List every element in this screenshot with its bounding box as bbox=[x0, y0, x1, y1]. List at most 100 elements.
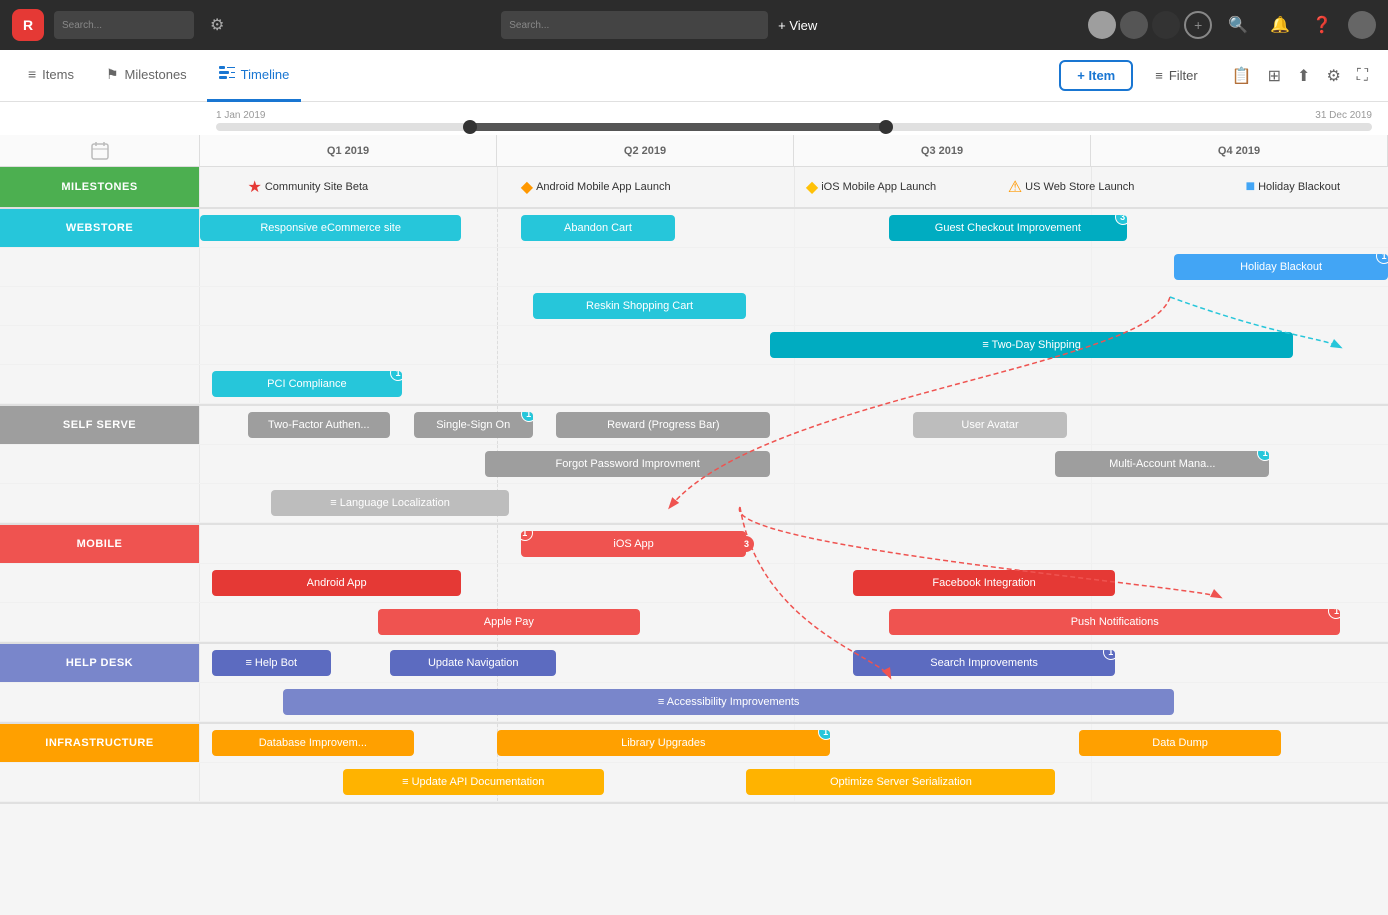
timeline-bar[interactable]: Data Dump bbox=[1079, 730, 1281, 756]
search-icon[interactable]: 🔍 bbox=[1222, 15, 1254, 35]
settings-icon[interactable]: ⚙ bbox=[210, 15, 224, 35]
calendar-icon bbox=[91, 142, 109, 160]
bell-icon[interactable]: 🔔 bbox=[1264, 15, 1296, 35]
bar-badge: 1 bbox=[521, 531, 533, 541]
filter-icon: ≡ bbox=[1155, 68, 1163, 83]
bar-label: Facebook Integration bbox=[932, 577, 1035, 589]
milestone-item[interactable]: ⚠US Web Store Launch bbox=[1008, 177, 1135, 197]
bar-label: Reward (Progress Bar) bbox=[607, 419, 719, 431]
section-group-row: HELP DESK≡ Help BotUpdate NavigationSear… bbox=[0, 644, 1388, 683]
timeline-bar[interactable]: ≡ Language Localization bbox=[271, 490, 509, 516]
help-icon[interactable]: ❓ bbox=[1306, 15, 1338, 35]
mobile-label bbox=[0, 564, 200, 602]
timeline-icon bbox=[219, 66, 235, 83]
timeline-bar[interactable]: Apple Pay bbox=[378, 609, 639, 635]
bars-cell: Android App Facebook Integration bbox=[200, 564, 1388, 602]
range-handle-left[interactable] bbox=[463, 120, 477, 134]
avatar-1[interactable] bbox=[1088, 11, 1116, 39]
user-avatar[interactable] bbox=[1348, 11, 1376, 39]
add-member-button[interactable]: + bbox=[1184, 11, 1212, 39]
bars-cell: Reskin Shopping Cart bbox=[200, 287, 1388, 325]
milestones-label: MILESTONES bbox=[0, 167, 200, 207]
timeline-bar[interactable]: Push Notifications1 bbox=[889, 609, 1340, 635]
bar-label: Forgot Password Improvment bbox=[556, 458, 700, 470]
milestone-item[interactable]: ◆iOS Mobile App Launch bbox=[806, 177, 936, 197]
section-mobile: MOBILEiOS App13Android AppFacebook Integ… bbox=[0, 525, 1388, 644]
bar-label: Data Dump bbox=[1152, 737, 1208, 749]
bar-label: Responsive eCommerce site bbox=[260, 222, 401, 234]
timeline-bar[interactable]: Library Upgrades1 bbox=[497, 730, 830, 756]
bar-label: User Avatar bbox=[961, 419, 1018, 431]
timeline-bar[interactable]: Search Improvements1 bbox=[853, 650, 1114, 676]
avatar-group: + bbox=[1088, 11, 1212, 39]
q2-label: Q2 2019 bbox=[497, 135, 794, 166]
webstore-label bbox=[0, 248, 200, 286]
timeline-bar[interactable]: Holiday Blackout1 bbox=[1174, 254, 1388, 280]
expand-icon[interactable]: ⛶ bbox=[1353, 63, 1372, 89]
app-logo[interactable]: R bbox=[12, 9, 44, 41]
card-view-icon[interactable]: 📋 bbox=[1228, 62, 1256, 90]
timeline-bar[interactable]: PCI Compliance1 bbox=[212, 371, 402, 397]
timeline-bar[interactable]: Multi-Account Mana...1 bbox=[1055, 451, 1269, 477]
milestone-item[interactable]: ■Holiday Blackout bbox=[1245, 178, 1340, 196]
grid-view-icon[interactable]: ⊞ bbox=[1264, 62, 1285, 90]
bar-badge: 1 bbox=[818, 730, 830, 740]
range-handle-right[interactable] bbox=[879, 120, 893, 134]
timeline-bar[interactable]: ≡ Two-Day Shipping bbox=[770, 332, 1293, 358]
timeline-bar[interactable]: Android App bbox=[212, 570, 461, 596]
section-group-row: Holiday Blackout1 bbox=[0, 248, 1388, 287]
toolbar: 📋 ⊞ ⬆ ⚙ ⛶ bbox=[1228, 62, 1372, 90]
timeline-bar[interactable]: Single-Sign On1 bbox=[414, 412, 533, 438]
timeline-bar[interactable]: User Avatar bbox=[913, 412, 1067, 438]
timeline-bar[interactable]: ≡ Help Bot bbox=[212, 650, 331, 676]
section-webstore: WEBSTOREResponsive eCommerce siteAbandon… bbox=[0, 209, 1388, 406]
settings-icon[interactable]: ⚙ bbox=[1322, 62, 1344, 90]
timeline-bar[interactable]: Reward (Progress Bar) bbox=[556, 412, 770, 438]
timeline-bar[interactable]: Update Navigation bbox=[390, 650, 556, 676]
bar-label: iOS App bbox=[613, 538, 653, 550]
timeline-bar[interactable]: ≡ Update API Documentation bbox=[343, 769, 604, 795]
global-search-bar[interactable]: Search... bbox=[501, 11, 768, 39]
timeline-bar[interactable]: Optimize Server Serialization bbox=[746, 769, 1055, 795]
bar-label: Optimize Server Serialization bbox=[830, 776, 972, 788]
tab-items[interactable]: ≡ Items bbox=[16, 50, 86, 102]
quarter-header: Q1 2019 Q2 2019 Q3 2019 Q4 2019 bbox=[0, 135, 1388, 167]
bar-label: Multi-Account Mana... bbox=[1109, 458, 1215, 470]
milestone-item[interactable]: ◆Android Mobile App Launch bbox=[521, 177, 671, 197]
milestone-item[interactable]: ★Community Site Beta bbox=[248, 177, 369, 197]
date-range-labels: 1 Jan 2019 31 Dec 2019 bbox=[0, 102, 1388, 121]
timeline-bar[interactable]: Abandon Cart bbox=[521, 215, 675, 241]
timeline-bar[interactable]: Responsive eCommerce site bbox=[200, 215, 461, 241]
export-icon[interactable]: ⬆ bbox=[1293, 62, 1314, 90]
sub-navigation: ≡ Items ⚑ Milestones Timeline + Item ≡ F… bbox=[0, 50, 1388, 102]
timeline-bar[interactable]: Reskin Shopping Cart bbox=[533, 293, 747, 319]
bars-cell: Forgot Password Improvment Multi-Account … bbox=[200, 445, 1388, 483]
timeline-bar[interactable]: Database Improvem... bbox=[212, 730, 414, 756]
avatar-3[interactable] bbox=[1152, 11, 1180, 39]
bar-label: ≡ Language Localization bbox=[330, 497, 450, 509]
timeline-bar[interactable]: Facebook Integration bbox=[853, 570, 1114, 596]
view-button[interactable]: + View bbox=[778, 18, 817, 33]
section-group-row: ≡ Update API Documentation Optimize Serve… bbox=[0, 763, 1388, 802]
workspace-search[interactable]: Search... bbox=[54, 11, 194, 39]
bars-cell: ≡ Help Bot Update Navigation Search Improv… bbox=[200, 644, 1388, 682]
milestones-row: MILESTONES ★Community Site Beta ◆Android M… bbox=[0, 167, 1388, 209]
timeline-bar[interactable]: Forgot Password Improvment bbox=[485, 451, 770, 477]
timeline-bar[interactable]: ≡ Accessibility Improvements bbox=[283, 689, 1174, 715]
bar-label: ≡ Two-Day Shipping bbox=[982, 339, 1081, 351]
milestones-icon: ⚑ bbox=[106, 66, 119, 83]
dependency-badge: 3 bbox=[738, 536, 754, 552]
timeline-bar[interactable]: iOS App 1 bbox=[521, 531, 747, 557]
timeline-main: 1 Jan 2019 31 Dec 2019 Q1 2019 Q2 2019 Q… bbox=[0, 102, 1388, 915]
add-item-button[interactable]: + Item bbox=[1059, 60, 1133, 91]
bar-badge: 1 bbox=[521, 412, 533, 422]
section-group-row: WEBSTOREResponsive eCommerce siteAbandon… bbox=[0, 209, 1388, 248]
timeline-bar[interactable]: Two-Factor Authen... bbox=[248, 412, 391, 438]
range-slider[interactable] bbox=[0, 121, 1388, 135]
timeline-bar[interactable]: Guest Checkout Improvement3 bbox=[889, 215, 1127, 241]
tab-milestones[interactable]: ⚑ Milestones bbox=[94, 50, 199, 102]
self-serve-label bbox=[0, 445, 200, 483]
tab-timeline[interactable]: Timeline bbox=[207, 50, 302, 102]
avatar-2[interactable] bbox=[1120, 11, 1148, 39]
filter-button[interactable]: ≡ Filter bbox=[1141, 62, 1211, 89]
